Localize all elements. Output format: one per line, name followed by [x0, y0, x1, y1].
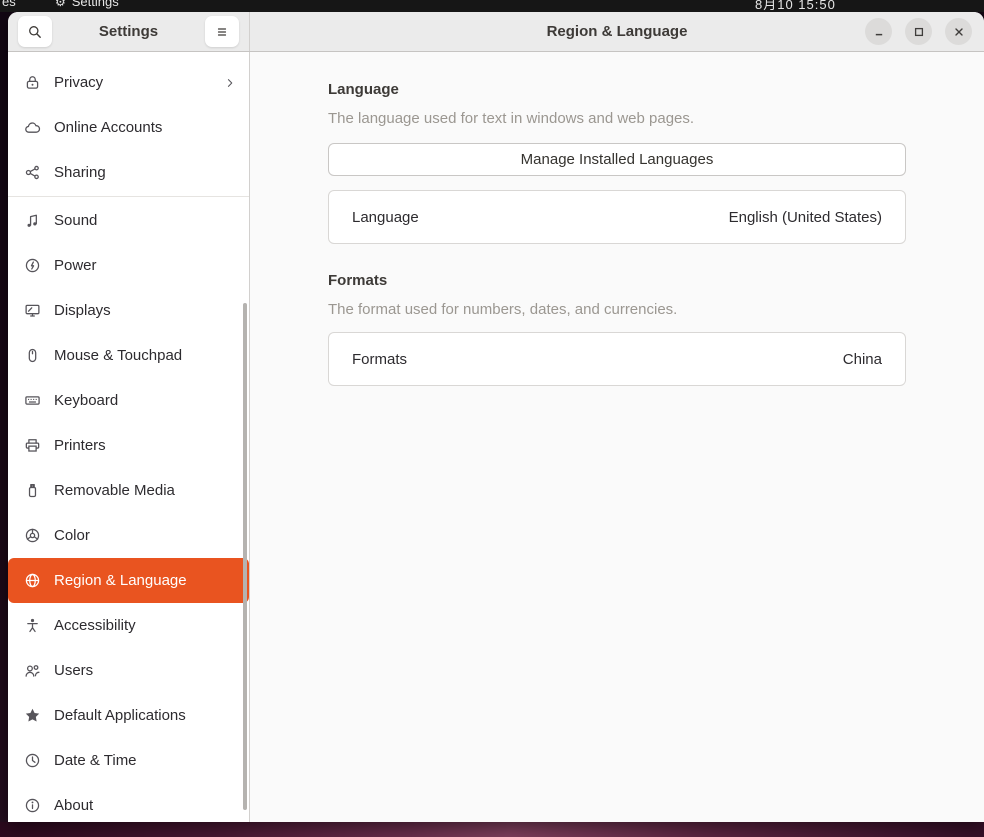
sidebar-header: Settings	[8, 12, 250, 51]
music-note-icon	[24, 212, 41, 229]
info-icon	[24, 797, 41, 814]
sidebar-item-displays[interactable]: Displays	[8, 288, 249, 333]
sidebar-item-color[interactable]: Color	[8, 513, 249, 558]
sidebar-item-region-and-language[interactable]: Region & Language	[8, 558, 249, 603]
formats-section-description: The format used for numbers, dates, and …	[328, 301, 906, 318]
sidebar-item-printers[interactable]: Printers	[8, 423, 249, 468]
power-icon	[24, 257, 41, 274]
maximize-icon	[912, 25, 926, 39]
sidebar-item-label: Printers	[54, 437, 106, 454]
language-row[interactable]: Language English (United States)	[328, 190, 906, 244]
sidebar-item-label: Mouse & Touchpad	[54, 347, 182, 364]
sidebar-item-default-applications[interactable]: Default Applications	[8, 693, 249, 738]
sidebar-item-label: Users	[54, 662, 93, 679]
gear-icon: ⚙	[55, 0, 66, 9]
region-language-page: Language The language used for text in w…	[328, 52, 906, 386]
sidebar-item-label: Power	[54, 257, 97, 274]
top-bar-clipped-content: es ⚙ Settings 8月10 15:50	[0, 0, 984, 12]
minimize-icon	[872, 25, 886, 39]
sidebar-item-label: Displays	[54, 302, 111, 319]
sidebar-item-users[interactable]: Users	[8, 648, 249, 693]
sidebar-item-label: Date & Time	[54, 752, 137, 769]
formats-row[interactable]: Formats China	[328, 332, 906, 386]
search-icon	[27, 24, 43, 40]
lock-icon	[24, 74, 41, 91]
sidebar-item-sound[interactable]: Sound	[8, 198, 249, 243]
sidebar-list: Privacy Online Accounts Sharing Sound Power D…	[8, 52, 249, 822]
maximize-button[interactable]	[905, 18, 932, 45]
sidebar-item-label: Color	[54, 527, 90, 544]
sidebar-scrollbar[interactable]	[243, 303, 247, 810]
sidebar: Privacy Online Accounts Sharing Sound Power D…	[8, 52, 250, 822]
sidebar-item-label: Sharing	[54, 164, 106, 181]
sidebar-item-label: Online Accounts	[54, 119, 162, 136]
share-icon	[24, 164, 41, 181]
users-icon	[24, 662, 41, 679]
sidebar-item-accessibility[interactable]: Accessibility	[8, 603, 249, 648]
sidebar-item-about[interactable]: About	[8, 783, 249, 822]
close-button[interactable]	[945, 18, 972, 45]
color-wheel-icon	[24, 527, 41, 544]
system-top-bar: es ⚙ Settings 8月10 15:50	[0, 0, 984, 12]
minimize-button[interactable]	[865, 18, 892, 45]
topbar-focused-app[interactable]: ⚙ Settings	[55, 0, 119, 9]
sidebar-item-label: Keyboard	[54, 392, 118, 409]
topbar-app-label: Settings	[72, 0, 119, 9]
language-row-label: Language	[352, 209, 419, 226]
sidebar-item-privacy[interactable]: Privacy	[8, 60, 249, 105]
flash-drive-icon	[24, 482, 41, 499]
chevron-right-icon	[223, 76, 237, 90]
close-icon	[952, 25, 966, 39]
page-header: Region & Language	[250, 12, 984, 51]
formats-section-title: Formats	[328, 272, 906, 289]
globe-icon	[24, 572, 41, 589]
sidebar-item-label: Privacy	[54, 74, 103, 91]
sidebar-item-keyboard[interactable]: Keyboard	[8, 378, 249, 423]
settings-window: Settings Region & Language	[8, 12, 984, 822]
window-body: Privacy Online Accounts Sharing Sound Power D…	[8, 52, 984, 822]
sidebar-item-label: Default Applications	[54, 707, 186, 724]
printer-icon	[24, 437, 41, 454]
manage-installed-languages-button[interactable]: Manage Installed Languages	[328, 143, 906, 176]
accessibility-icon	[24, 617, 41, 634]
mouse-icon	[24, 347, 41, 364]
sidebar-item-mouse-and-touchpad[interactable]: Mouse & Touchpad	[8, 333, 249, 378]
formats-row-value: China	[843, 351, 882, 368]
sidebar-item-label: Sound	[54, 212, 97, 229]
headerbar: Settings Region & Language	[8, 12, 984, 52]
sidebar-item-removable-media[interactable]: Removable Media	[8, 468, 249, 513]
search-button[interactable]	[18, 16, 52, 47]
keyboard-icon	[24, 392, 41, 409]
cloud-icon	[24, 119, 41, 136]
topbar-left-fragment[interactable]: es	[2, 0, 16, 9]
sidebar-item-date-and-time[interactable]: Date & Time	[8, 738, 249, 783]
sidebar-item-label: Removable Media	[54, 482, 175, 499]
sidebar-separator	[8, 196, 249, 197]
window-controls	[865, 18, 972, 45]
sidebar-item-sharing[interactable]: Sharing	[8, 150, 249, 195]
formats-row-label: Formats	[352, 351, 407, 368]
display-icon	[24, 302, 41, 319]
sidebar-item-label: Region & Language	[54, 572, 187, 589]
menu-button[interactable]	[205, 16, 239, 47]
sidebar-item-label: About	[54, 797, 93, 814]
language-section-description: The language used for text in windows an…	[328, 110, 906, 127]
sidebar-item-online-accounts[interactable]: Online Accounts	[8, 105, 249, 150]
language-row-value: English (United States)	[729, 209, 882, 226]
star-icon	[24, 707, 41, 724]
content-pane: Language The language used for text in w…	[250, 52, 984, 822]
language-section-title: Language	[328, 81, 906, 98]
desktop-wallpaper-strip	[0, 822, 984, 837]
clock-icon	[24, 752, 41, 769]
sidebar-item-power[interactable]: Power	[8, 243, 249, 288]
hamburger-icon	[214, 24, 230, 40]
sidebar-item-label: Accessibility	[54, 617, 136, 634]
topbar-clock[interactable]: 8月10 15:50	[755, 0, 836, 12]
